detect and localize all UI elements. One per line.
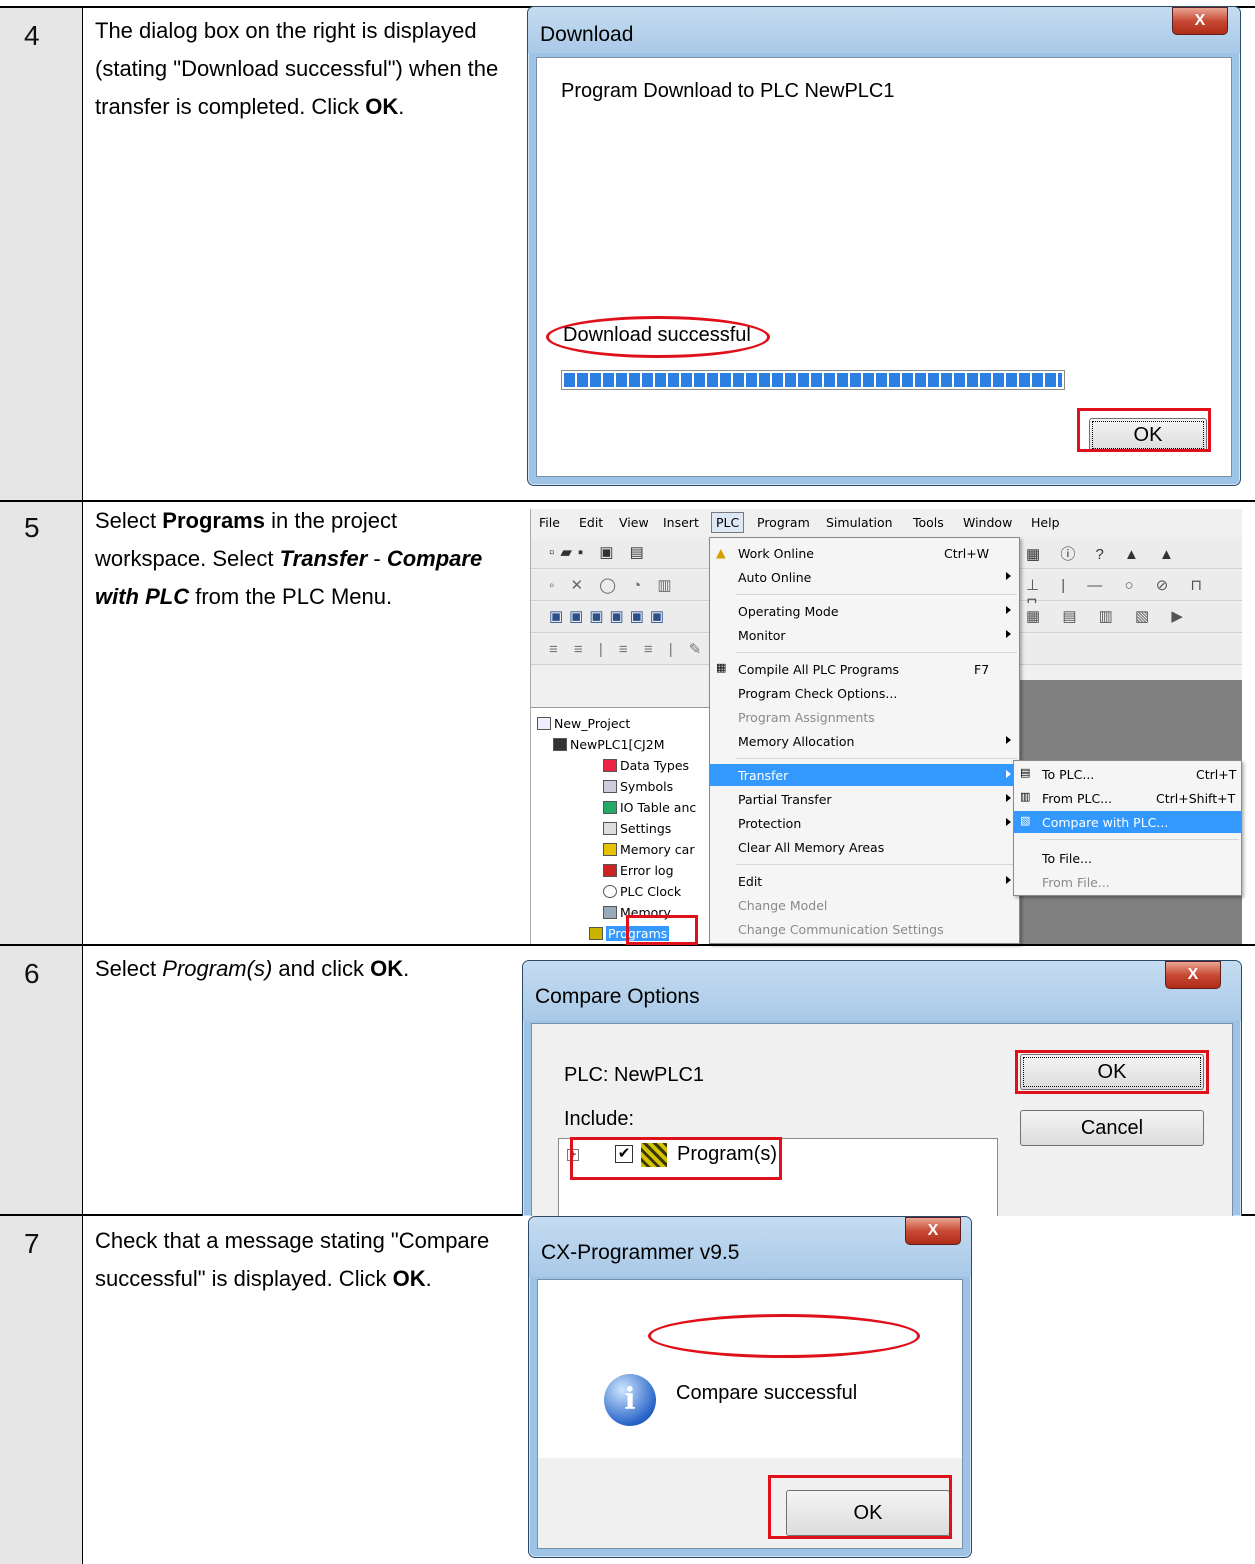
step-column: [0, 8, 82, 500]
highlight-ellipse: [648, 1314, 920, 1358]
dialog-title: CX-Programmer v9.5: [541, 1241, 740, 1264]
desc-text: .: [398, 94, 405, 119]
desc-bold-italic: Transfer: [279, 546, 368, 571]
menu-help[interactable]: Help: [1031, 515, 1060, 530]
submenu-to-plc[interactable]: ▤ To PLC... Ctrl+T: [1014, 763, 1241, 785]
titlebar: [528, 7, 1240, 53]
menu-item-change-comm: Change Communication Settings: [738, 922, 944, 937]
menu-item-protection[interactable]: Protection: [710, 812, 1019, 834]
menu-item-clear-memory[interactable]: Clear All Memory Areas: [710, 836, 1019, 858]
menu-tools[interactable]: Tools: [913, 515, 944, 530]
step-number: 6: [24, 958, 40, 989]
menu-program[interactable]: Program: [757, 515, 810, 530]
menu-edit[interactable]: Edit: [579, 515, 603, 530]
highlight-box: [570, 1137, 782, 1180]
tree-item[interactable]: NewPLC1[CJ2M: [553, 737, 664, 752]
menu-view[interactable]: View: [619, 515, 649, 530]
highlight-box: [1015, 1050, 1209, 1094]
close-button[interactable]: X: [905, 1217, 961, 1245]
desc-text: The dialog box on the right is displayed…: [95, 18, 499, 119]
plc-menu: ▲ Work Online Ctrl+W Auto Online Operating…: [709, 537, 1020, 944]
column-divider: [82, 6, 83, 1564]
step-number: 4: [24, 20, 40, 51]
tree-item[interactable]: PLC Clock: [603, 884, 681, 899]
tree-item[interactable]: Settings: [603, 821, 671, 836]
menu-item-work-online[interactable]: ▲ Work Online Ctrl+W: [710, 542, 1019, 564]
desc-text: and click: [272, 956, 371, 981]
tree-item[interactable]: Memory car: [603, 842, 694, 857]
desc-text: Select: [95, 956, 163, 981]
menu-item-program-assignments: Program Assignments: [738, 710, 875, 725]
desc-text: -: [367, 546, 387, 571]
menu-item-memory-allocation[interactable]: Memory Allocation: [710, 730, 1019, 752]
dialog-message: Program Download to PLC NewPLC1: [561, 80, 895, 102]
desc-bold: OK: [392, 1266, 426, 1291]
desc-bold: OK: [370, 956, 404, 981]
desc-text: .: [425, 1266, 432, 1291]
menu-item-monitor[interactable]: Monitor: [710, 624, 1019, 646]
step-column: [0, 502, 82, 944]
step-4-description: The dialog box on the right is displayed…: [95, 12, 500, 126]
menu-item-program-check[interactable]: Program Check Options...: [710, 682, 1019, 704]
tree-item[interactable]: Data Types: [603, 758, 689, 773]
plc-label: PLC: NewPLC1: [564, 1064, 705, 1086]
highlight-box: [626, 915, 698, 945]
submenu-from-plc[interactable]: ▥ From PLC... Ctrl+Shift+T: [1014, 787, 1241, 809]
desc-bold: OK: [365, 94, 399, 119]
info-icon: i: [604, 1374, 656, 1426]
menu-file[interactable]: File: [539, 515, 560, 530]
dialog-title: Compare Options: [535, 985, 700, 1008]
tree-item[interactable]: Error log: [603, 863, 674, 878]
step-7-description: Check that a message stating "Compare su…: [95, 1222, 500, 1298]
highlight-ellipse: [546, 316, 770, 358]
cancel-button[interactable]: Cancel: [1020, 1110, 1204, 1146]
message-area: [538, 1280, 962, 1458]
menu-window[interactable]: Window: [963, 515, 1012, 530]
step-number: 5: [24, 512, 40, 543]
procedure-table: 4 5 6 7 The dialog box on the right is d…: [0, 0, 1255, 1564]
submenu-from-file: From File...: [1042, 875, 1110, 890]
menu-item-auto-online[interactable]: Auto Online: [710, 566, 1019, 588]
desc-italic: Program(s): [162, 956, 273, 981]
menu-item-edit[interactable]: Edit: [710, 870, 1019, 892]
close-button[interactable]: X: [1165, 961, 1221, 989]
desc-text: Select: [95, 508, 163, 533]
close-button[interactable]: X: [1172, 7, 1228, 35]
step-column: [0, 946, 82, 1214]
step-6-description: Select Program(s) and click OK.: [95, 950, 500, 988]
step-number: 7: [24, 1228, 40, 1259]
menu-item-operating-mode[interactable]: Operating Mode: [710, 600, 1019, 622]
desc-text: .: [403, 956, 410, 981]
include-label: Include:: [564, 1108, 635, 1130]
dialog-title: Download: [540, 23, 634, 46]
transfer-submenu: ▤ To PLC... Ctrl+T ▥ From PLC... Ctrl+Shift+…: [1013, 760, 1242, 896]
menu-simulation[interactable]: Simulation: [826, 515, 893, 530]
tree-item[interactable]: IO Table anc: [603, 800, 696, 815]
tree-item[interactable]: Symbols: [603, 779, 673, 794]
project-workspace-tree: New_Project NewPLC1[CJ2M Data Types Symb…: [531, 707, 711, 944]
highlight-box: [768, 1475, 952, 1539]
submenu-compare-with-plc[interactable]: ▧ Compare with PLC...: [1014, 811, 1241, 833]
step-5-description: Select Programs in the project workspace…: [95, 502, 500, 616]
step-column: [0, 1216, 82, 1564]
progress-fill: [564, 373, 1062, 387]
menu-bar: File Edit View Insert PLC Program Simula…: [531, 509, 1242, 535]
submenu-to-file[interactable]: To File...: [1014, 847, 1241, 869]
menu-plc[interactable]: PLC: [711, 512, 745, 533]
tree-item[interactable]: New_Project: [537, 716, 630, 731]
progress-bar: [561, 370, 1065, 390]
menu-item-transfer[interactable]: Transfer: [710, 764, 1019, 786]
dialog-message: Compare successful: [676, 1382, 858, 1404]
menu-insert[interactable]: Insert: [663, 515, 699, 530]
highlight-box: [1077, 408, 1211, 452]
desc-text: from the PLC Menu.: [189, 584, 393, 609]
desc-bold: Programs: [162, 508, 265, 533]
menu-item-compile-all[interactable]: ▦ Compile All PLC Programs F7: [710, 658, 1019, 680]
menu-item-partial-transfer[interactable]: Partial Transfer: [710, 788, 1019, 810]
menu-item-change-model: Change Model: [738, 898, 828, 913]
